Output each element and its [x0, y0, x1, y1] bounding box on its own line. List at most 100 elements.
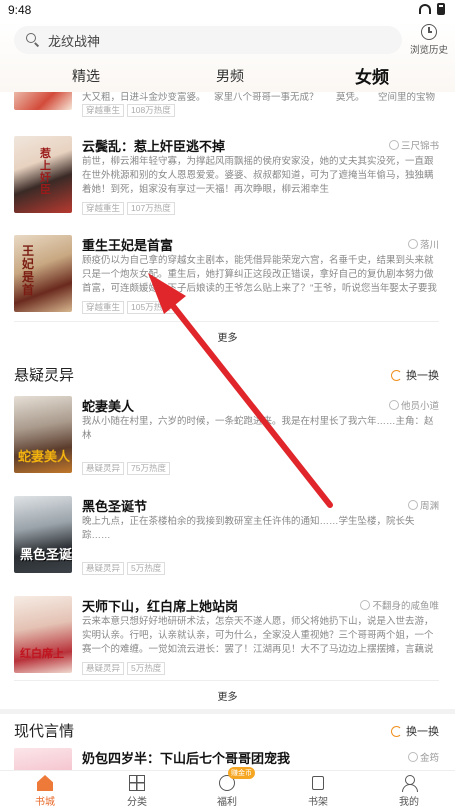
- refresh-label: 换一换: [406, 370, 439, 382]
- wifi-icon: [419, 4, 431, 14]
- cover-art-text: 红白席上: [20, 647, 64, 660]
- refresh-icon: [391, 369, 402, 381]
- book-author: 他员小道: [388, 398, 439, 412]
- status-bar: 9:48: [0, 0, 455, 22]
- author-icon: [407, 239, 418, 249]
- author-icon: [360, 600, 371, 610]
- tab-male[interactable]: 男频: [216, 66, 244, 86]
- romance-section: 现代言情 换一换 奶包四岁半：下山后七个哥哥团宠我 金筠: [0, 714, 455, 770]
- section-title: 现代言情: [14, 722, 75, 740]
- nav-label: 分类: [127, 797, 147, 808]
- tab-female[interactable]: 女频: [355, 63, 389, 88]
- heat-tag: 75万热度: [127, 462, 170, 475]
- section-header: 现代言情 换一换: [14, 714, 439, 744]
- heat-tag: 5万热度: [127, 662, 166, 675]
- book-author: 金筠: [407, 750, 439, 764]
- book-desc: 晚上九点，正在茶楼柏余的我接到教研室主任许伟的通知……学生坠楼，院长失踪……: [82, 516, 415, 541]
- partial-desc: 家里八个哥哥一事无成？: [214, 92, 319, 103]
- author-icon: [407, 500, 418, 510]
- battery-icon: [437, 3, 445, 15]
- cover-art-text: 黑色圣诞: [20, 548, 72, 563]
- tag-row: 穿越重生 105万热度: [82, 301, 175, 314]
- more-link[interactable]: 更多: [0, 688, 455, 703]
- tag-row: 悬疑灵异 5万热度: [82, 662, 166, 675]
- cover-art-text: 蛇妻美人: [18, 450, 71, 465]
- author-icon: [388, 400, 399, 410]
- book-cover[interactable]: [14, 748, 72, 770]
- book-item[interactable]: 惹上奸臣 云鬓乱：惹上奸臣逃不掉 三尺锦书 前世，柳云湘年轻守寡，为撑起风雨飘摇…: [14, 136, 439, 236]
- more-link[interactable]: 更多: [0, 329, 455, 344]
- nav-category[interactable]: 分类: [112, 773, 162, 808]
- book-cover[interactable]: 红白席上: [14, 596, 72, 673]
- book-item[interactable]: 奶包四岁半：下山后七个哥哥团宠我 金筠: [14, 748, 439, 770]
- history-label: 浏览历史: [409, 45, 448, 56]
- author-icon: [388, 140, 399, 150]
- genre-tag: 穿越重生: [82, 104, 125, 117]
- divider: [14, 680, 439, 681]
- nav-label: 我的: [399, 797, 419, 808]
- suspense-section: 悬疑灵异 换一换 蛇妻美人 蛇妻美人 他员小道 我从小随在村里，六岁的时候，一条…: [0, 358, 455, 709]
- heat-tag: 108万热度: [127, 104, 175, 117]
- book-title: 天师下山，红白席上她站岗: [82, 599, 239, 614]
- tab-featured[interactable]: 精选: [72, 66, 100, 86]
- tag-row: 穿越重生 107万热度: [82, 202, 175, 215]
- partial-desc: 空间里的宝物: [378, 92, 436, 103]
- bookshelf-icon: [310, 775, 326, 791]
- divider: [14, 321, 439, 322]
- book-title: 蛇妻美人: [82, 399, 135, 414]
- search-bar[interactable]: 龙纹战神: [14, 26, 402, 54]
- book-desc: 我从小随在村里，六岁的时候，一条蛇跑进来。我是在村里长了我六年……主角：赵林: [82, 416, 434, 441]
- book-title: 云鬓乱：惹上奸臣逃不掉: [82, 139, 226, 154]
- book-cover[interactable]: 黑色圣诞: [14, 496, 72, 573]
- book-desc: 云来本意只想好好地研研术法，怎奈天不遂人愿，师父将她扔下山，说是入世去游，实明认…: [82, 616, 434, 655]
- nav-me[interactable]: 我的: [384, 773, 434, 808]
- heat-tag: 5万热度: [127, 562, 166, 575]
- category-tabs: 精选 男频 女频: [0, 62, 455, 90]
- genre-tag: 悬疑灵异: [82, 662, 125, 675]
- heat-tag: 107万热度: [127, 202, 175, 215]
- status-time: 9:48: [8, 3, 32, 17]
- book-cover[interactable]: 蛇妻美人: [14, 396, 72, 473]
- search-query: 龙纹战神: [48, 33, 101, 49]
- book-cover[interactable]: 王妃是首: [14, 235, 72, 312]
- tag-row: 穿越重生 108万热度: [82, 104, 175, 117]
- partial-desc: 莫凭。: [336, 92, 365, 103]
- home-icon: [37, 775, 53, 791]
- book-item[interactable]: 黑色圣诞 黑色圣诞节 周渊 晚上九点，正在茶楼柏余的我接到教研室主任许伟的通知……: [14, 496, 439, 596]
- refresh-button[interactable]: 换一换: [391, 723, 439, 739]
- book-author: 不翻身的咸鱼唯: [360, 598, 439, 612]
- book-item[interactable]: 王妃是首 重生王妃是首富 落川 顾疫仍以为自己拿的穿越女主剧本，能凭借异能荣宠六…: [14, 235, 439, 335]
- section-header: 悬疑灵异 换一换: [14, 358, 439, 388]
- search-icon: [26, 33, 40, 47]
- browse-history-button[interactable]: 浏览历史: [409, 22, 449, 56]
- heat-tag: 105万热度: [127, 301, 175, 314]
- nav-label: 书架: [308, 797, 328, 808]
- tag-row: 悬疑灵异 75万热度: [82, 462, 170, 475]
- book-item[interactable]: 蛇妻美人 蛇妻美人 他员小道 我从小随在村里，六岁的时候，一条蛇跑进来。我是在村…: [14, 396, 439, 496]
- book-item[interactable]: 红白席上 天师下山，红白席上她站岗 不翻身的咸鱼唯 云来本意只想好好地研研术法，…: [14, 596, 439, 696]
- nav-bookshelf[interactable]: 书架: [293, 773, 343, 808]
- section-title: 悬疑灵异: [14, 366, 75, 384]
- book-desc: 前世，柳云湘年轻守寡，为撑起风雨飘摇的侯府安家没，她的丈夫其实没死，一直跟在世外…: [82, 156, 434, 195]
- book-cover[interactable]: [14, 92, 72, 110]
- user-icon: [401, 775, 418, 792]
- clock-icon: [421, 24, 437, 40]
- book-author: 三尺锦书: [388, 138, 439, 152]
- book-title: 奶包四岁半：下山后七个哥哥团宠我: [82, 751, 291, 766]
- book-title: 重生王妃是首富: [82, 238, 174, 253]
- cover-art-text: 王妃是首: [22, 244, 35, 297]
- content-feed[interactable]: 大又粗，日进斗金炒变富婆。 家里八个哥哥一事无成？ 莫凭。 空间里的宝物 穿越重…: [0, 92, 455, 770]
- book-cover[interactable]: 惹上奸臣: [14, 136, 72, 213]
- cover-art-text: 惹上奸臣: [40, 147, 51, 196]
- refresh-button[interactable]: 换一换: [391, 367, 439, 383]
- genre-tag: 悬疑灵异: [82, 462, 125, 475]
- book-author: 落川: [407, 237, 439, 251]
- partial-desc: 大又粗，日进斗金炒变富婆。: [82, 92, 206, 103]
- author-name: 落川: [419, 240, 439, 251]
- author-name: 金筠: [419, 753, 439, 764]
- book-author: 周渊: [407, 498, 439, 512]
- author-name: 三尺锦书: [400, 141, 439, 152]
- header: 龙纹战神 浏览历史 精选 男频 女频: [0, 22, 455, 92]
- nav-bookstore[interactable]: 书城: [20, 773, 70, 808]
- bottom-nav: 书城 分类 福利 赚金币 书架 我的: [0, 767, 455, 809]
